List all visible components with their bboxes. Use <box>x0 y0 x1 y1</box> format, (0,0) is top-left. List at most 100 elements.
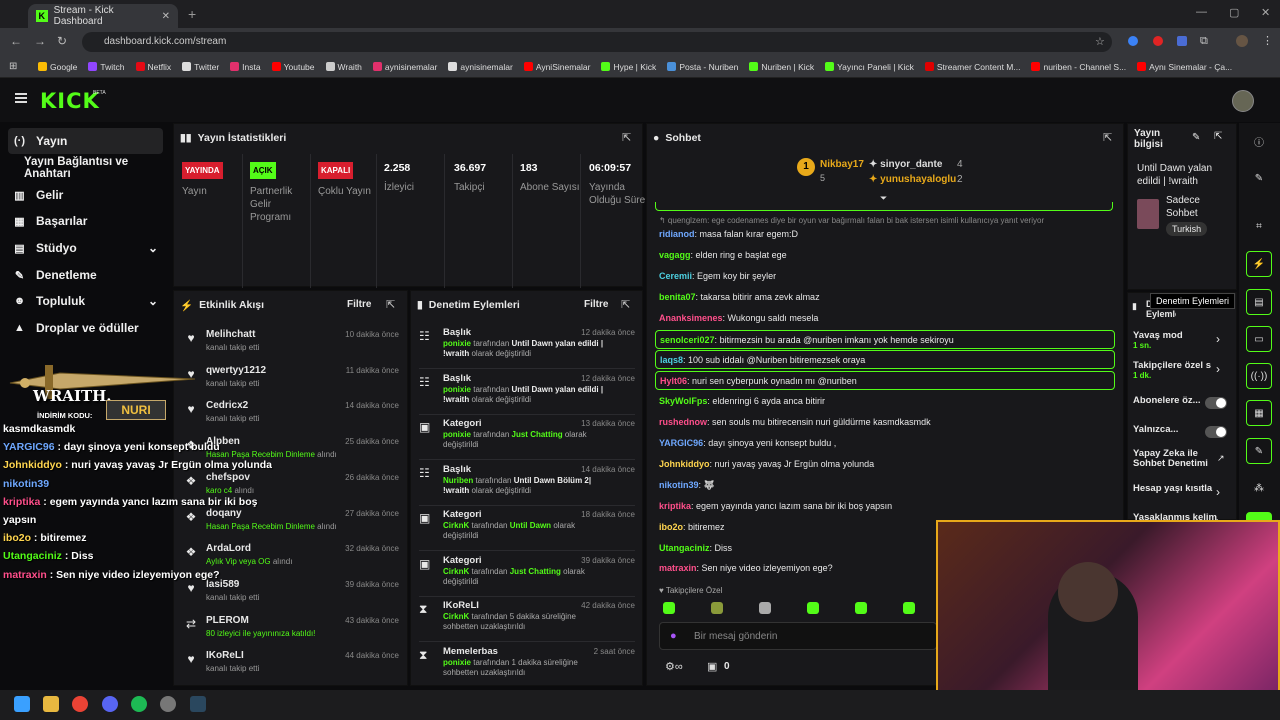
browser-tab[interactable]: K Stream - Kick Dashboard ✕ <box>28 4 178 28</box>
emote-icon[interactable] <box>903 602 915 614</box>
chevron-down-icon[interactable]: ⌄ <box>148 294 158 308</box>
chat-username[interactable]: Ceremii <box>659 271 692 281</box>
activity-user[interactable]: chefspov <box>206 472 250 483</box>
chat-username[interactable]: SkyWolFps <box>659 396 707 406</box>
bookmark-item[interactable]: nuriben - Channel S... <box>1031 62 1126 72</box>
chat-username[interactable]: senolceri027 <box>660 335 715 345</box>
minimize-icon[interactable]: — <box>1196 6 1207 18</box>
activity-user[interactable]: Melihchatt <box>206 329 255 340</box>
chevron-right-icon[interactable]: › <box>1216 362 1220 376</box>
extensions-puzzle-icon[interactable]: ⧉ <box>1200 35 1208 48</box>
bookmark-item[interactable]: AyniSinemalar <box>523 62 590 72</box>
chat-username[interactable]: Utangaciniz <box>659 543 710 553</box>
activity-user[interactable]: doqany <box>206 508 242 519</box>
spotify-icon[interactable] <box>131 696 147 712</box>
gift-icon[interactable]: ▣ <box>707 660 717 673</box>
sidebar-item[interactable]: ▦ Başarılar <box>8 208 163 234</box>
leader-name[interactable]: Nikbay17 <box>820 159 864 170</box>
sidebar-item[interactable]: Yayın Bağlantısı ve Anahtarı <box>8 155 163 181</box>
expand-icon[interactable]: ⇱ <box>386 298 395 311</box>
chat-input[interactable]: ● Bir mesaj gönderin <box>659 622 937 650</box>
chat-username[interactable]: kriptika <box>659 501 691 511</box>
file-explorer-icon[interactable] <box>43 696 59 712</box>
bookmark-item[interactable]: Streamer Content M... <box>924 62 1020 72</box>
close-tab-icon[interactable]: ✕ <box>162 11 170 22</box>
bookmark-item[interactable]: Yayıncı Paneli | Kick <box>825 62 914 72</box>
chat-username[interactable]: rushednow <box>659 417 707 427</box>
close-window-icon[interactable]: ✕ <box>1261 6 1270 19</box>
extension-icon[interactable] <box>1177 36 1187 46</box>
activity-filter-button[interactable]: Filtre <box>347 299 371 310</box>
sidebar-item[interactable]: ▥ Gelir <box>8 182 163 208</box>
chat-username[interactable]: YARGIC96 <box>659 438 703 448</box>
mod-setting[interactable]: Hesap yaşı kısıtla <box>1133 483 1228 494</box>
mod-setting[interactable]: Yavaş mod 1 sn. <box>1133 330 1228 350</box>
activity-user[interactable]: ArdaLord <box>206 543 251 554</box>
avatar[interactable] <box>1232 90 1254 112</box>
rail-button[interactable] <box>1246 512 1272 520</box>
bookmark-item[interactable]: Insta <box>230 62 261 72</box>
chat-username[interactable]: laqs8 <box>660 355 683 365</box>
reload-icon[interactable]: ↻ <box>57 34 67 48</box>
expand-icon[interactable]: ⇱ <box>621 298 630 311</box>
chat-username[interactable]: matraxin <box>659 563 697 573</box>
broadcast-icon[interactable]: ((·)) <box>1246 363 1272 389</box>
bookmark-item[interactable]: Twitter <box>182 62 219 72</box>
wrench-icon[interactable]: ✎ <box>1246 438 1272 464</box>
activity-user[interactable]: IKoReLI <box>206 650 244 661</box>
chat-username[interactable]: ibo2o <box>659 522 683 532</box>
windows-start-icon[interactable] <box>14 696 30 712</box>
bookmark-item[interactable]: aynisinemalar <box>448 62 513 72</box>
hamburger-menu-icon[interactable] <box>15 93 27 103</box>
chat-username[interactable]: Hylt06 <box>660 376 687 386</box>
bookmark-item[interactable]: Netflix <box>135 62 171 72</box>
activity-user[interactable]: qwertyy1212 <box>206 365 266 376</box>
bookmark-item[interactable]: aynisinemalar <box>372 62 437 72</box>
bookmark-item[interactable]: Twitch <box>88 62 125 72</box>
extension-icon[interactable] <box>1128 36 1138 46</box>
toggle-switch[interactable] <box>1205 397 1227 409</box>
sidebar-item[interactable]: ☻ Topluluk ⌄ <box>8 288 163 314</box>
emote-icon[interactable] <box>711 602 723 614</box>
chevron-right-icon[interactable]: › <box>1216 485 1220 499</box>
url-field[interactable]: dashboard.kick.com/stream <box>82 32 1112 52</box>
mic-icon[interactable]: ● <box>670 630 677 642</box>
crop-icon[interactable]: ⌗ <box>1246 213 1272 239</box>
emote-icon[interactable] <box>807 602 819 614</box>
bookmark-item[interactable]: Google <box>38 62 77 72</box>
chat-username[interactable]: benita07 <box>659 292 696 302</box>
bookmark-star-icon[interactable]: ☆ <box>1095 35 1105 48</box>
mod-setting[interactable]: Yapay Zeka ile Sohbet Denetimi <box>1133 449 1228 469</box>
bookmark-item[interactable]: Posta - Nuriben <box>667 62 738 72</box>
toggle-switch[interactable] <box>1205 426 1227 438</box>
sidebar-item[interactable]: ✎ Denetleme <box>8 262 163 288</box>
chat-username[interactable]: Ananksimenes <box>659 313 723 323</box>
bookmark-item[interactable]: Youtube <box>271 62 315 72</box>
document-icon[interactable]: ▤ <box>1246 289 1272 315</box>
bookmark-item[interactable]: Hype | Kick <box>601 62 656 72</box>
chevron-down-icon[interactable]: ⌄ <box>148 241 158 255</box>
external-link-icon[interactable]: ↗ <box>1217 453 1225 464</box>
new-tab-icon[interactable]: + <box>188 6 196 22</box>
emote-icon[interactable] <box>663 602 675 614</box>
bolt-icon[interactable]: ⚡ <box>1246 251 1272 277</box>
info-icon[interactable]: ⓘ <box>1246 128 1272 154</box>
chat-username[interactable]: nikotin39 <box>659 480 699 490</box>
chat-username[interactable]: Johnkiddyo <box>659 459 710 469</box>
activity-user[interactable]: PLEROM <box>206 615 249 626</box>
leader-name[interactable]: ✦ yunushayaloglu <box>869 174 956 185</box>
chat-username[interactable]: ridianod <box>659 229 695 239</box>
discord-icon[interactable] <box>102 696 118 712</box>
list-icon[interactable]: ▦ <box>1246 400 1272 426</box>
edit-icon[interactable]: ✎ <box>1192 132 1200 143</box>
sidebar-item[interactable]: ▤ Stüdyo ⌄ <box>8 235 163 261</box>
community-icon[interactable]: ⁂ <box>1246 475 1272 501</box>
chat-username[interactable]: vagagg <box>659 250 691 260</box>
bookmark-item[interactable]: Aynı Sinemalar - Ça... <box>1137 62 1232 72</box>
mod-setting[interactable]: Takipçilere özel s1 dk. <box>1133 360 1228 380</box>
maximize-icon[interactable]: ▢ <box>1229 6 1239 19</box>
kick-logo[interactable]: KICK <box>40 89 100 113</box>
bookmark-item[interactable]: Nuriben | Kick <box>749 62 814 72</box>
expand-icon[interactable]: ⇱ <box>1214 131 1222 142</box>
profile-icon[interactable] <box>1236 35 1248 47</box>
